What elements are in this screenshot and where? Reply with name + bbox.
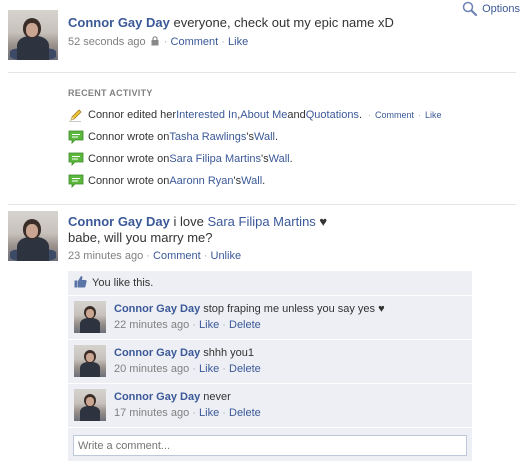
wall-link[interactable]: Wall bbox=[241, 175, 262, 187]
possessive: 's bbox=[246, 131, 254, 143]
activity-text: Connor wrote on bbox=[88, 131, 170, 143]
thumbs-up-icon bbox=[74, 275, 92, 291]
about-me-link[interactable]: About Me bbox=[240, 109, 287, 121]
comment-item: Connor Gay Day shhh you1 20 minutes ago … bbox=[68, 339, 472, 383]
possessive: 's bbox=[233, 175, 242, 187]
wall-link[interactable]: Wall bbox=[254, 131, 275, 143]
comment-author[interactable]: Connor Gay Day bbox=[114, 303, 200, 315]
author-name[interactable]: Connor Gay Day bbox=[68, 15, 170, 30]
period: . bbox=[262, 175, 266, 187]
divider bbox=[8, 204, 516, 205]
period: . bbox=[289, 153, 293, 165]
delete-link[interactable]: Delete bbox=[229, 407, 261, 419]
activity-item-wall: Connor wrote on Sara Filipa Martins's Wa… bbox=[68, 151, 293, 167]
mention-link[interactable]: Sara Filipa Martins bbox=[207, 214, 315, 229]
story-status-update: Connor Gay Day everyone, check out my ep… bbox=[8, 10, 520, 64]
comment-timestamp: 20 minutes ago bbox=[114, 363, 190, 375]
comment-avatar[interactable] bbox=[74, 345, 106, 377]
comment-input[interactable] bbox=[73, 435, 467, 456]
activity-item-wall: Connor wrote on Aaronn Ryan's Wall. bbox=[68, 173, 265, 189]
comment-author[interactable]: Connor Gay Day bbox=[114, 347, 200, 359]
recent-activity-title: RECENT ACTIVITY bbox=[68, 88, 153, 98]
activity-text: Connor wrote on bbox=[88, 153, 170, 165]
activity-text: Connor edited her bbox=[88, 109, 177, 121]
divider bbox=[8, 72, 516, 73]
comment-link[interactable]: Comment bbox=[171, 36, 219, 48]
person-link[interactable]: Sara Filipa Martins bbox=[169, 153, 261, 165]
activity-item-wall: Connor wrote on Tasha Rawlings's Wall. bbox=[68, 129, 278, 145]
speech-bubble-icon bbox=[68, 129, 84, 145]
comment-item: Connor Gay Day never 17 minutes ago · Li… bbox=[68, 383, 472, 427]
person-link[interactable]: Aaronn Ryan bbox=[169, 175, 233, 187]
activity-text: Connor wrote on bbox=[88, 175, 170, 187]
like-link[interactable]: Like bbox=[199, 319, 219, 331]
comment-author[interactable]: Connor Gay Day bbox=[114, 391, 200, 403]
interested-in-link[interactable]: Interested In bbox=[176, 109, 237, 121]
comment-item: Connor Gay Day stop fraping me unless yo… bbox=[68, 295, 472, 339]
delete-link[interactable]: Delete bbox=[229, 363, 261, 375]
pencil-icon bbox=[68, 107, 84, 123]
comment-text: shhh you1 bbox=[200, 347, 255, 359]
unlike-link[interactable]: Unlike bbox=[211, 250, 242, 262]
speech-bubble-icon bbox=[68, 151, 84, 167]
like-link[interactable]: Like bbox=[199, 407, 219, 419]
comment-text: never bbox=[200, 391, 231, 403]
timestamp[interactable]: 23 minutes ago bbox=[68, 250, 143, 262]
quotations-link[interactable]: Quotations bbox=[306, 109, 359, 121]
period: . bbox=[274, 131, 279, 143]
comment-link[interactable]: Comment bbox=[375, 110, 414, 120]
comment-link[interactable]: Comment bbox=[153, 250, 201, 262]
like-link[interactable]: Like bbox=[425, 110, 442, 120]
person-link[interactable]: Tasha Rawlings bbox=[169, 131, 246, 143]
lock-icon bbox=[151, 36, 159, 50]
period: . bbox=[358, 109, 362, 121]
comment-avatar[interactable] bbox=[74, 389, 106, 421]
comment-text: stop fraping me unless you say yes ♥ bbox=[200, 303, 385, 315]
activity-item-edit: Connor edited her Interested In, About M… bbox=[68, 107, 442, 123]
write-comment-area bbox=[68, 427, 472, 461]
comment-timestamp: 17 minutes ago bbox=[114, 407, 190, 419]
story-status-update: Connor Gay Day i love Sara Filipa Martin… bbox=[8, 211, 520, 267]
speech-bubble-icon bbox=[68, 173, 84, 189]
likes-bar: You like this. bbox=[68, 271, 472, 295]
possessive: 's bbox=[261, 153, 269, 165]
like-link[interactable]: Like bbox=[199, 363, 219, 375]
comment-timestamp: 22 minutes ago bbox=[114, 319, 190, 331]
status-text: i love bbox=[169, 214, 208, 229]
status-text-end: ♥ bbox=[315, 214, 328, 229]
like-link[interactable]: Like bbox=[228, 36, 248, 48]
comment-avatar[interactable] bbox=[74, 301, 106, 333]
likes-text: You like this. bbox=[92, 277, 154, 289]
wall-link[interactable]: Wall bbox=[269, 153, 290, 165]
avatar[interactable] bbox=[8, 10, 58, 60]
separator: and bbox=[287, 109, 306, 121]
timestamp[interactable]: 52 seconds ago bbox=[68, 36, 146, 48]
author-name[interactable]: Connor Gay Day bbox=[68, 214, 170, 229]
avatar[interactable] bbox=[8, 211, 58, 261]
delete-link[interactable]: Delete bbox=[229, 319, 261, 331]
status-text-line2: babe, will you marry me? bbox=[68, 230, 213, 245]
status-text: everyone, check out my epic name xD bbox=[169, 15, 394, 30]
